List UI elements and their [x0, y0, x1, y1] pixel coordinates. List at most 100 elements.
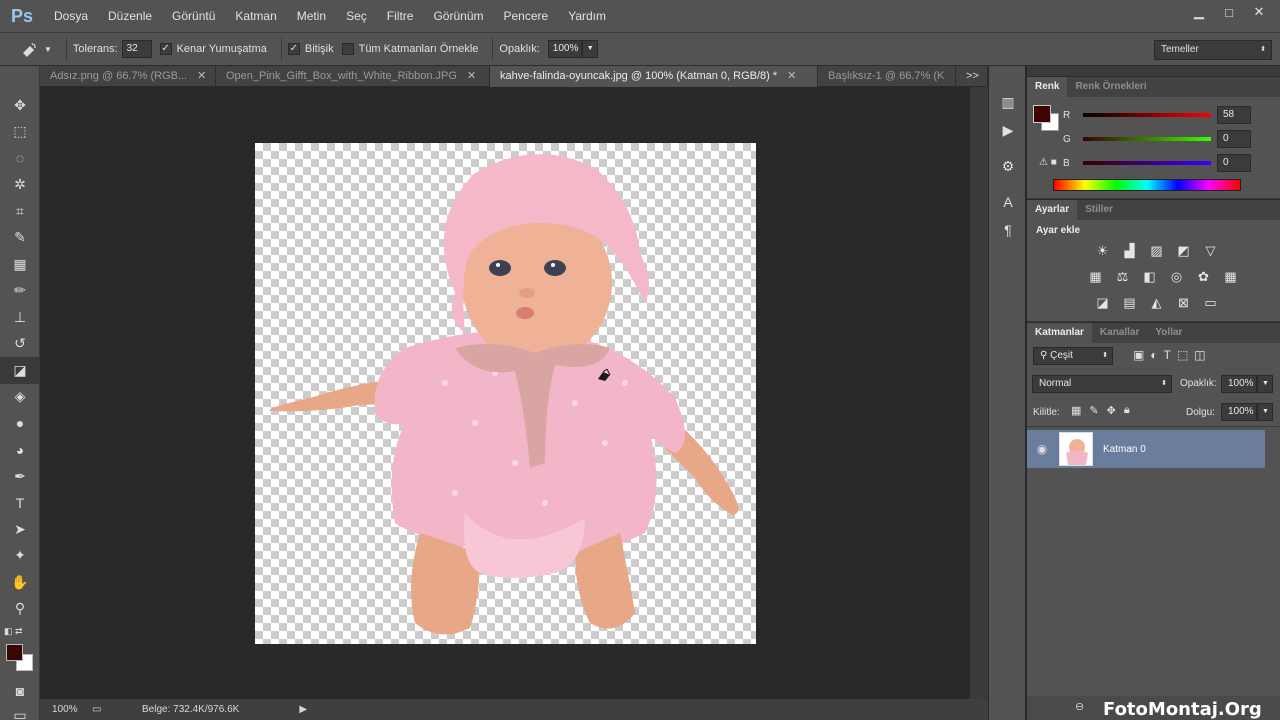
dodge-tool-icon[interactable]: ◕ — [0, 437, 40, 464]
opacity-dropdown-button[interactable]: ▼ — [581, 40, 598, 58]
contiguous-check[interactable]: ✓ — [287, 43, 300, 55]
history-panel-icon[interactable]: ▥ — [989, 88, 1027, 116]
lock-image-icon[interactable]: ✎ — [1089, 404, 1098, 417]
vibrance-icon[interactable]: ▽ — [1197, 240, 1224, 262]
color-balance-icon[interactable]: ⚖ — [1109, 266, 1136, 288]
lasso-tool-icon[interactable]: ◌ — [0, 145, 40, 172]
blur-tool-icon[interactable]: ● — [0, 410, 40, 437]
type-tool-icon[interactable]: T — [0, 490, 40, 517]
pixel-filter-icon[interactable]: ▣ — [1133, 348, 1144, 362]
layer-opacity-input[interactable]: 100% — [1221, 375, 1257, 393]
eyedropper-tool-icon[interactable]: ✎ — [0, 225, 40, 252]
link-layers-icon[interactable]: ⊖ — [1075, 700, 1084, 713]
layer-opacity-dropdown[interactable]: ▼ — [1257, 375, 1273, 393]
tab-basliksiz[interactable]: Başlıksız-1 @ 66.7% (K — [818, 66, 956, 87]
adjustment-filter-icon[interactable]: ◐ — [1150, 348, 1157, 362]
maximize-button[interactable]: □ — [1214, 2, 1244, 22]
eraser-tool-icon[interactable]: ◪ — [0, 357, 40, 384]
brightness-icon[interactable]: ☀ — [1089, 240, 1116, 262]
menu-layer[interactable]: Katman — [225, 0, 286, 32]
tab-channels[interactable]: Kanallar — [1092, 323, 1147, 343]
path-selection-tool-icon[interactable]: ➤ — [0, 516, 40, 543]
quick-mask-icon[interactable]: ◙ — [0, 678, 40, 705]
tab-gift-box[interactable]: Open_Pink_Gifft_Box_with_White_Ribbon.JP… — [216, 66, 490, 87]
posterize-icon[interactable]: ▤ — [1116, 292, 1143, 314]
status-menu-arrow-icon[interactable]: ▶ — [299, 704, 307, 715]
foreground-color-chip[interactable] — [1033, 105, 1051, 123]
blue-slider[interactable] — [1083, 161, 1211, 165]
tab-adjustments[interactable]: Ayarlar — [1027, 200, 1078, 220]
pen-tool-icon[interactable]: ✒ — [0, 463, 40, 490]
actions-panel-icon[interactable]: ▶ — [989, 116, 1027, 144]
opacity-input[interactable]: 100% — [547, 40, 582, 58]
red-slider[interactable] — [1083, 113, 1211, 117]
black-white-icon[interactable]: ◧ — [1136, 266, 1163, 288]
paint-bucket-tool-icon[interactable]: ◈ — [0, 384, 40, 411]
red-value[interactable]: 58 — [1217, 106, 1251, 124]
close-icon[interactable]: ✕ — [467, 66, 476, 87]
magic-wand-tool-icon[interactable]: ✲ — [0, 172, 40, 199]
menu-file[interactable]: Dosya — [44, 0, 98, 32]
menu-view[interactable]: Görünüm — [423, 0, 493, 32]
all-layers-checkbox[interactable]: Tüm Katmanları Örnekle — [341, 43, 478, 55]
green-slider[interactable] — [1083, 137, 1211, 141]
clone-stamp-tool-icon[interactable]: ⊥ — [0, 304, 40, 331]
healing-brush-tool-icon[interactable]: ▦ — [0, 251, 40, 278]
contiguous-checkbox[interactable]: ✓ Bitişik — [287, 43, 334, 55]
menu-edit[interactable]: Düzenle — [98, 0, 162, 32]
tab-styles[interactable]: Stiller — [1077, 200, 1121, 220]
character-panel-icon[interactable]: A — [989, 188, 1027, 216]
shape-tool-icon[interactable]: ✦ — [0, 543, 40, 570]
type-filter-icon[interactable]: T — [1164, 348, 1171, 362]
history-brush-tool-icon[interactable]: ↺ — [0, 331, 40, 358]
close-button[interactable]: ✕ — [1244, 2, 1274, 22]
tab-layers[interactable]: Katmanlar — [1027, 323, 1092, 343]
shape-filter-icon[interactable]: ⬚ — [1177, 348, 1188, 362]
menu-type[interactable]: Metin — [287, 0, 336, 32]
curves-icon[interactable]: ▨ — [1143, 240, 1170, 262]
layer-row[interactable]: ◉ Katman 0 — [1027, 430, 1265, 468]
hand-tool-icon[interactable]: ✋ — [0, 569, 40, 596]
foreground-color-swatch[interactable] — [6, 644, 23, 661]
invert-icon[interactable]: ◪ — [1089, 292, 1116, 314]
menu-image[interactable]: Görüntü — [162, 0, 225, 32]
antialias-checkbox[interactable]: ✓ Kenar Yumuşatma — [159, 43, 267, 55]
close-icon[interactable]: ✕ — [787, 66, 796, 87]
layer-filter-select[interactable]: ⚲ Çeşit ⬍ — [1033, 347, 1113, 365]
blue-value[interactable]: 0 — [1217, 154, 1251, 172]
tab-swatches[interactable]: Renk Örnekleri — [1067, 77, 1154, 97]
menu-window[interactable]: Pencere — [494, 0, 559, 32]
lock-position-icon[interactable]: ✥ — [1107, 404, 1116, 417]
selective-color-icon[interactable]: ⊠ — [1170, 292, 1197, 314]
blend-mode-select[interactable]: Normal ⬍ — [1032, 375, 1172, 393]
close-icon[interactable]: ✕ — [197, 66, 206, 87]
paragraph-panel-icon[interactable]: ¶ — [989, 216, 1027, 244]
screen-mode-icon[interactable]: ▭ — [0, 702, 40, 720]
menu-filter[interactable]: Filtre — [377, 0, 424, 32]
antialias-check[interactable]: ✓ — [159, 43, 172, 55]
canvas-scrollbar[interactable] — [970, 87, 988, 699]
tool-preset-picker[interactable]: ▼ — [20, 41, 52, 57]
levels-icon[interactable]: ▟ — [1116, 240, 1143, 262]
tab-adsiz[interactable]: Adsız.png @ 66.7% (RGB... ✕ — [40, 66, 216, 87]
move-tool-icon[interactable]: ✥ — [0, 92, 40, 119]
tab-overflow-button[interactable]: >> — [956, 66, 988, 87]
visibility-eye-icon[interactable]: ◉ — [1027, 442, 1057, 456]
gradient-map-icon[interactable]: ▭ — [1197, 292, 1224, 314]
crop-tool-icon[interactable]: ⌗ — [0, 198, 40, 225]
tab-paths[interactable]: Yollar — [1147, 323, 1190, 343]
fill-dropdown[interactable]: ▼ — [1257, 403, 1273, 421]
menu-help[interactable]: Yardım — [558, 0, 616, 32]
lock-transparent-icon[interactable]: ▦ — [1071, 404, 1081, 417]
hue-saturation-icon[interactable]: ▦ — [1082, 266, 1109, 288]
zoom-tool-icon[interactable]: ⚲ — [0, 596, 40, 623]
brush-tool-icon[interactable]: ✏ — [0, 278, 40, 305]
canvas-area[interactable] — [40, 87, 970, 699]
all-layers-check[interactable] — [341, 43, 354, 55]
menu-select[interactable]: Seç — [336, 0, 377, 32]
default-colors-icon[interactable]: ◧ ⇄ — [4, 626, 23, 637]
properties-panel-icon[interactable]: ⚙ — [989, 152, 1027, 180]
channel-mixer-icon[interactable]: ✿ — [1190, 266, 1217, 288]
color-spectrum-bar[interactable] — [1053, 179, 1241, 191]
smart-object-filter-icon[interactable]: ◫ — [1194, 348, 1205, 362]
